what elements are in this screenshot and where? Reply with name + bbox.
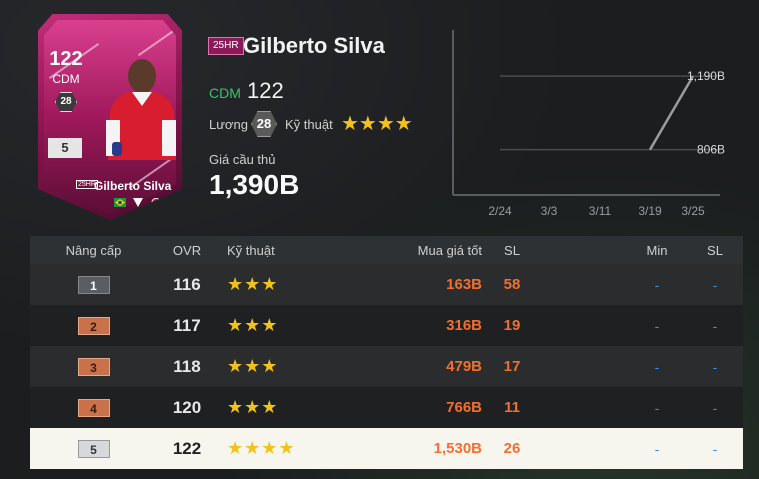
header-best-buy: Mua giá tốt bbox=[417, 242, 482, 258]
card-position: CDM bbox=[52, 72, 80, 86]
salary-label: Lương bbox=[209, 117, 248, 132]
row-quantity: 26 bbox=[503, 440, 521, 457]
chart-x-ticks: 2/24 3/3 3/11 3/19 3/25 bbox=[488, 204, 705, 218]
row-best-buy: 316B bbox=[446, 317, 482, 334]
position-ovr: 122 bbox=[247, 78, 284, 103]
skill-moves-label: Kỹ thuật bbox=[285, 117, 333, 132]
header-min: Min bbox=[646, 242, 668, 258]
table-row[interactable]: 2 117 ★★★ 316B 19 - - bbox=[30, 305, 743, 346]
row-quantity: 11 bbox=[504, 399, 520, 416]
row-min: - bbox=[654, 317, 660, 334]
row-stars: ★★★ bbox=[227, 315, 279, 335]
row-best-buy: 1,530B bbox=[433, 440, 482, 457]
table-row-selected[interactable]: 5 122 ★★★★ 1,530B 26 - - bbox=[30, 428, 743, 469]
price-label: Giá cầu thủ bbox=[209, 152, 276, 167]
row-quantity-2: - bbox=[712, 399, 718, 416]
table-header: Nâng cấp OVR Kỹ thuật Mua giá tốt SL Min… bbox=[30, 236, 743, 264]
chart-annotations: 1,190B 806B bbox=[687, 69, 725, 157]
player-name: Gilberto Silva bbox=[243, 33, 385, 58]
row-ovr: 122 bbox=[172, 438, 202, 458]
row-quantity-2: - bbox=[712, 317, 718, 334]
header-skill: Kỹ thuật bbox=[227, 242, 275, 258]
upgrade-level-badge: 5 bbox=[77, 439, 110, 458]
position-label: CDM bbox=[209, 85, 241, 101]
row-best-buy: 766B bbox=[446, 399, 482, 416]
header-upgrade: Nâng cấp bbox=[65, 242, 122, 258]
header-quantity-2: SL bbox=[707, 242, 723, 258]
row-best-buy: 479B bbox=[446, 358, 482, 375]
row-quantity: 17 bbox=[503, 358, 521, 375]
upgrade-price-table: Nâng cấp OVR Kỹ thuật Mua giá tốt SL Min… bbox=[30, 236, 743, 469]
chart-line bbox=[648, 75, 695, 151]
chart-x-tick-label: 2/24 bbox=[488, 204, 512, 218]
row-min: - bbox=[654, 440, 660, 457]
row-quantity-2: - bbox=[712, 358, 718, 375]
card-player-name: Gilberto Silva bbox=[94, 179, 172, 193]
row-ovr: 117 bbox=[173, 315, 201, 335]
skill-moves-stars: ★★★★ bbox=[341, 113, 413, 135]
price-value: 1,390B bbox=[209, 169, 300, 200]
row-min: - bbox=[654, 399, 660, 416]
table-row[interactable]: 3 118 ★★★ 479B 17 - - bbox=[30, 346, 743, 387]
row-quantity-2: - bbox=[712, 276, 718, 293]
upgrade-level-badge: 1 bbox=[77, 275, 110, 294]
row-ovr: 118 bbox=[173, 356, 201, 376]
season-tag: 25HR bbox=[208, 37, 244, 55]
chart-x-tick-label: 3/19 bbox=[638, 204, 662, 218]
upgrade-level-badge: 4 bbox=[77, 398, 110, 417]
card-upgrade-level: 5 bbox=[48, 138, 82, 158]
chart-x-tick-label: 3/25 bbox=[681, 204, 705, 218]
upgrade-level-badge: 2 bbox=[77, 316, 110, 335]
row-best-buy: 163B bbox=[446, 276, 482, 293]
table-row[interactable]: 1 116 ★★★ 163B 58 - - bbox=[30, 264, 743, 305]
row-ovr: 120 bbox=[172, 397, 202, 417]
chart-x-tick-label: 3/3 bbox=[541, 204, 558, 218]
row-quantity-2: - bbox=[712, 440, 718, 457]
price-history-chart: 1,190B 806B 2/24 3/3 3/11 3/19 3/25 bbox=[452, 30, 725, 218]
row-stars: ★★★ bbox=[227, 274, 279, 294]
upgrade-level-badge: 3 bbox=[77, 357, 110, 376]
chart-axis bbox=[452, 30, 720, 196]
row-ovr: 116 bbox=[173, 274, 201, 294]
chart-value-label: 1,190B bbox=[687, 69, 725, 83]
row-stars: ★★★ bbox=[227, 397, 279, 417]
brazil-flag-icon bbox=[114, 198, 126, 207]
league-logo-icon bbox=[133, 198, 143, 207]
row-quantity: 19 bbox=[503, 317, 521, 334]
chart-series-line bbox=[648, 75, 695, 151]
row-stars: ★★★★ bbox=[227, 438, 296, 458]
table-row[interactable]: 4 120 ★★★ 766B 11 - - bbox=[30, 387, 743, 428]
row-stars: ★★★ bbox=[227, 356, 279, 376]
chart-value-label: 806B bbox=[697, 143, 725, 157]
header-ovr: OVR bbox=[172, 242, 202, 258]
player-photo bbox=[106, 59, 176, 160]
row-quantity: 58 bbox=[503, 276, 521, 293]
row-min: - bbox=[654, 276, 660, 293]
chart-x-tick-label: 3/11 bbox=[589, 204, 612, 218]
header-quantity: SL bbox=[504, 242, 520, 258]
card-ovr: 122 bbox=[49, 48, 83, 70]
row-min: - bbox=[654, 358, 660, 375]
